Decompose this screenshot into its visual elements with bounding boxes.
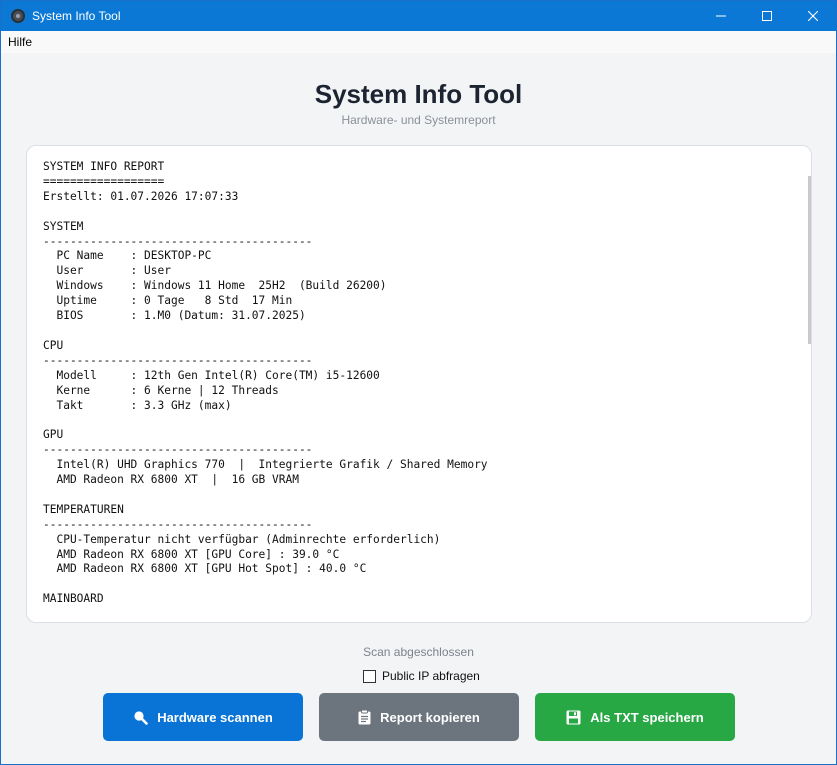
report-line: GPU [43,428,64,442]
report-line: ---------------------------------------- [43,353,313,367]
close-button[interactable] [790,1,836,31]
report-line: Intel(R) UHD Graphics 770 | Integrierte … [43,458,488,472]
report-line [43,324,783,339]
report-line: Takt : 3.3 GHz (max) [43,398,232,412]
hardware-scan-button[interactable]: Hardware scannen [103,693,303,741]
chevron-up-icon [811,164,812,170]
minimize-icon [716,15,726,17]
main-content: System Info Tool Hardware- und Systemrep… [1,53,836,764]
report-line: Modell : 12th Gen Intel(R) Core(TM) i5-1… [43,368,380,382]
save-txt-button[interactable]: Als TXT speichern [535,693,735,741]
title-bar[interactable]: System Info Tool [1,1,836,31]
scroll-up-button[interactable] [807,160,812,174]
report-line: Erstellt: 01.07.2026 17:07:33 [43,189,239,203]
public-ip-option[interactable]: Public IP abfragen [363,668,480,684]
menu-bar: Hilfe [1,31,836,53]
report-line: MAINBOARD [43,592,104,606]
report-line: ================== [43,174,165,188]
maximize-button[interactable] [744,1,790,31]
report-line: ---------------------------------------- [43,517,313,531]
report-line: Kerne : 6 Kerne | 12 Threads [43,383,279,397]
report-line: CPU-Temperatur nicht verfügbar (Adminrec… [43,532,441,546]
report-line: ---------------------------------------- [43,234,313,248]
hardware-scan-button-label: Hardware scannen [157,709,273,725]
status-label: Scan abgeschlossen [363,645,474,659]
maximize-icon [762,11,772,21]
report-line: User : User [43,264,171,278]
report-line: PC Name : DESKTOP-PC [43,249,212,263]
report-line [43,488,783,503]
report-line [43,205,783,220]
report-line: CPU [43,338,64,352]
window-controls [698,1,836,31]
report-panel: SYSTEM INFO REPORT ================== Erst… [26,145,812,623]
close-icon [808,11,818,21]
copy-report-button[interactable]: Report kopieren [319,693,519,741]
report-line: ---------------------------------------- [43,607,783,610]
report-line [43,577,783,592]
scroll-down-button[interactable] [807,596,812,610]
report-line: BIOS : 1.M0 (Datum: 31.07.2025) [43,309,306,323]
search-icon [133,710,148,725]
report-line: SYSTEM [43,219,84,233]
report-line: SYSTEM INFO REPORT [43,160,165,173]
minimize-button[interactable] [698,1,744,31]
report-line: Windows : Windows 11 Home 25H2 (Build 26… [43,279,387,293]
app-gear-icon [11,9,25,23]
save-txt-button-label: Als TXT speichern [590,709,704,725]
report-line: TEMPERATUREN [43,502,124,516]
app-window: System Info Tool Hilfe System Info Tool … [0,0,837,765]
report-line [43,413,783,428]
public-ip-checkbox[interactable] [363,669,376,683]
report-line: AMD Radeon RX 6800 XT | 16 GB VRAM [43,473,299,487]
report-scrollbar[interactable] [807,160,812,610]
scroll-thumb[interactable] [808,176,811,344]
menu-item-hilfe[interactable]: Hilfe [1,35,39,49]
chevron-down-icon [811,600,812,606]
page-subtitle: Hardware- und Systemreport [341,113,496,127]
report-line: ---------------------------------------- [43,443,313,457]
save-disk-icon [566,710,581,725]
copy-report-button-label: Report kopieren [380,709,480,725]
page-title: System Info Tool [314,79,523,109]
report-text-area[interactable]: SYSTEM INFO REPORT ================== Erst… [43,160,783,610]
public-ip-label[interactable]: Public IP abfragen [382,669,480,683]
report-line: AMD Radeon RX 6800 XT [GPU Hot Spot] : 4… [43,562,367,576]
clipboard-icon [358,709,371,725]
scroll-track[interactable] [808,176,811,594]
report-line: AMD Radeon RX 6800 XT [GPU Core] : 39.0 … [43,547,340,561]
window-title: System Info Tool [32,9,121,23]
report-line: Uptime : 0 Tage 8 Std 17 Min [43,294,293,308]
